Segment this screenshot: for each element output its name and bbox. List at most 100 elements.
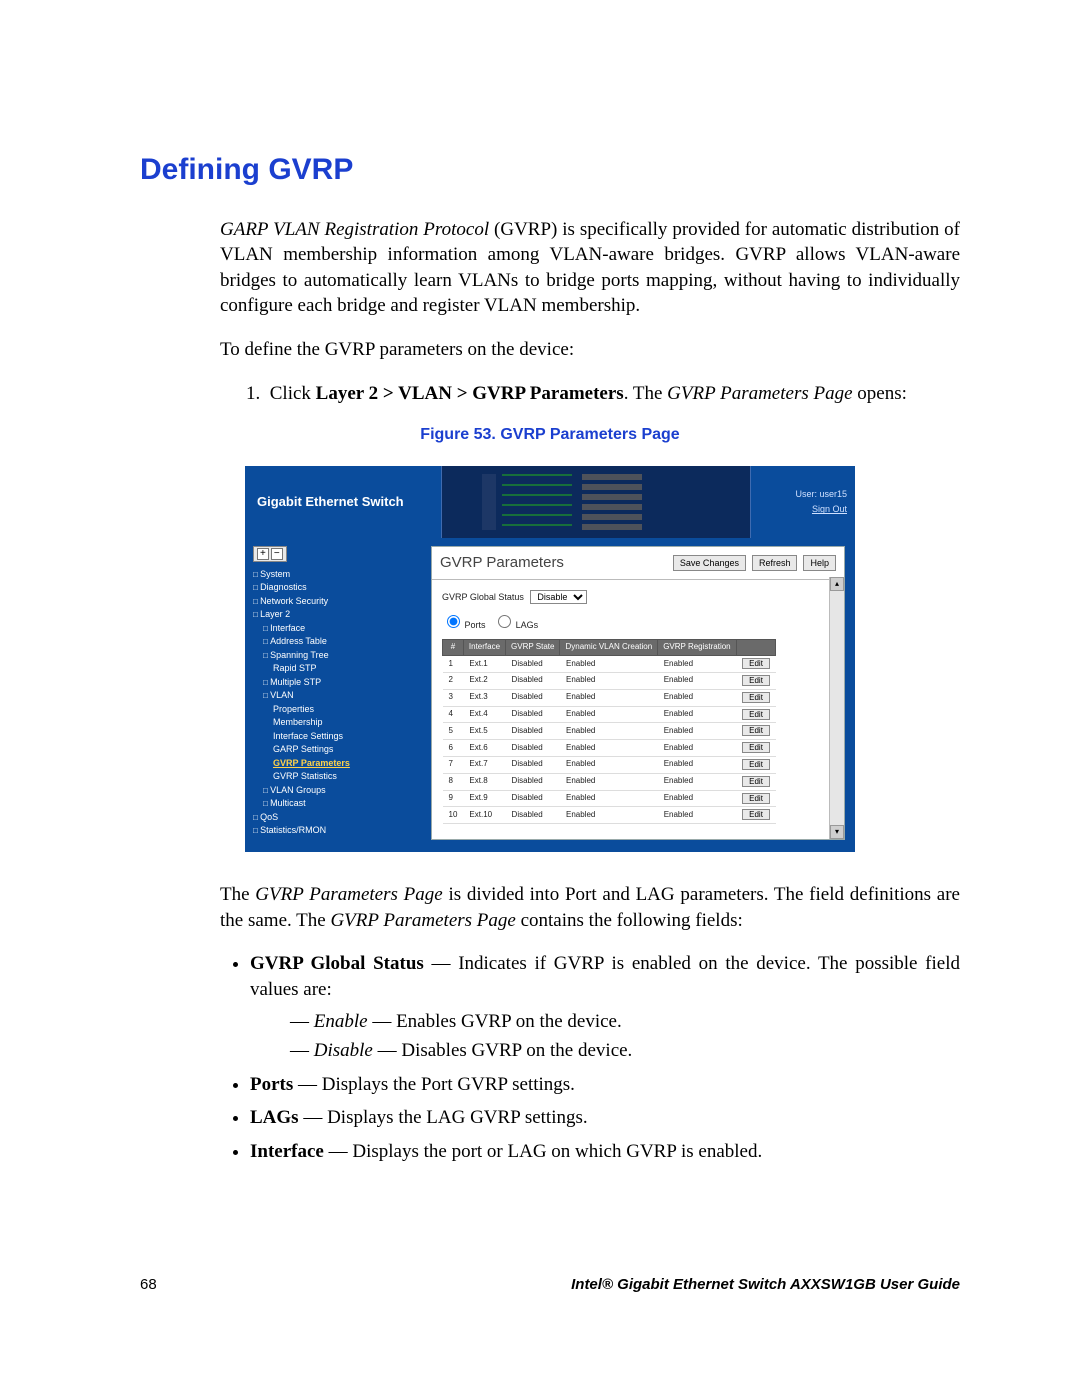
field-name: Ports bbox=[250, 1074, 293, 1095]
edit-button[interactable]: Edit bbox=[742, 809, 770, 820]
intro-paragraph: GARP VLAN Registration Protocol (GVRP) i… bbox=[220, 217, 960, 320]
col-gvrp-state: GVRP State bbox=[506, 640, 560, 656]
cell-reg: Enabled bbox=[658, 807, 736, 824]
cell-iface: Ext.10 bbox=[463, 807, 505, 824]
nav-item[interactable]: Multicast bbox=[263, 797, 425, 811]
nav-item[interactable]: Network Security bbox=[253, 595, 425, 609]
after-c: contains the following fields: bbox=[516, 910, 743, 931]
cell-dyn: Enabled bbox=[560, 807, 658, 824]
nav-item[interactable]: VLAN bbox=[263, 689, 425, 703]
nav-item[interactable]: GARP Settings bbox=[273, 743, 425, 757]
publication-title: Intel® Gigabit Ethernet Switch AXXSW1GB … bbox=[571, 1275, 960, 1295]
edit-button[interactable]: Edit bbox=[742, 742, 770, 753]
cell-state: Disabled bbox=[506, 807, 560, 824]
cell-iface: Ext.1 bbox=[463, 656, 505, 673]
cell-reg: Enabled bbox=[658, 740, 736, 757]
step-post: opens: bbox=[853, 383, 907, 404]
nav-item[interactable]: Diagnostics bbox=[253, 581, 425, 595]
nav-item[interactable]: GVRP Parameters bbox=[273, 757, 425, 771]
nav-item[interactable]: System bbox=[253, 568, 425, 582]
ports-radio[interactable] bbox=[447, 615, 460, 628]
edit-button[interactable]: Edit bbox=[742, 692, 770, 703]
table-row: 8Ext.8DisabledEnabledEnabledEdit bbox=[443, 773, 776, 790]
nav-item[interactable]: Rapid STP bbox=[273, 662, 425, 676]
cell-iface: Ext.5 bbox=[463, 723, 505, 740]
field-name: LAGs bbox=[250, 1107, 299, 1128]
edit-button[interactable]: Edit bbox=[742, 725, 770, 736]
scroll-up-icon[interactable]: ▴ bbox=[830, 577, 844, 591]
step-mid: . The bbox=[624, 383, 667, 404]
nav-item[interactable]: QoS bbox=[253, 811, 425, 825]
table-row: 7Ext.7DisabledEnabledEnabledEdit bbox=[443, 756, 776, 773]
nav-item[interactable]: Interface Settings bbox=[273, 730, 425, 744]
edit-button[interactable]: Edit bbox=[742, 658, 770, 669]
step-page-italic: GVRP Parameters Page bbox=[667, 383, 852, 404]
field-interface: Interface — Displays the port or LAG on … bbox=[250, 1139, 960, 1165]
cell-num: 4 bbox=[443, 706, 464, 723]
nav-item[interactable]: VLAN Groups bbox=[263, 784, 425, 798]
cell-state: Disabled bbox=[506, 656, 560, 673]
save-changes-button[interactable]: Save Changes bbox=[673, 555, 746, 572]
sign-out-link[interactable]: Sign Out bbox=[812, 503, 847, 515]
field-desc: — Displays the LAG GVRP settings. bbox=[299, 1107, 588, 1128]
nav-item[interactable]: Statistics/RMON bbox=[253, 824, 425, 838]
nav-expand-collapse[interactable]: +− bbox=[253, 546, 287, 562]
table-row: 4Ext.4DisabledEnabledEnabledEdit bbox=[443, 706, 776, 723]
field-definition-list: GVRP Global Status — Indicates if GVRP i… bbox=[250, 951, 960, 1164]
cell-reg: Enabled bbox=[658, 756, 736, 773]
field-desc: — Displays the port or LAG on which GVRP… bbox=[324, 1141, 762, 1162]
cell-num: 2 bbox=[443, 672, 464, 689]
nav-item[interactable]: Properties bbox=[273, 703, 425, 717]
global-status-row: GVRP Global Status Disable bbox=[442, 590, 834, 604]
edit-button[interactable]: Edit bbox=[742, 776, 770, 787]
edit-button[interactable]: Edit bbox=[742, 709, 770, 720]
nav-item[interactable]: Spanning Tree bbox=[263, 649, 425, 663]
cell-reg: Enabled bbox=[658, 656, 736, 673]
cell-dyn: Enabled bbox=[560, 656, 658, 673]
lags-radio[interactable] bbox=[498, 615, 511, 628]
cell-state: Disabled bbox=[506, 723, 560, 740]
edit-button[interactable]: Edit bbox=[742, 759, 770, 770]
nav-item[interactable]: Address Table bbox=[263, 635, 425, 649]
cell-iface: Ext.9 bbox=[463, 790, 505, 807]
cell-iface: Ext.2 bbox=[463, 672, 505, 689]
main-header: GVRP Parameters Save Changes Refresh Hel… bbox=[432, 547, 844, 580]
scroll-down-icon[interactable]: ▾ bbox=[830, 825, 844, 839]
global-status-select[interactable]: Disable bbox=[530, 590, 587, 604]
nav-item[interactable]: Multiple STP bbox=[263, 676, 425, 690]
nav-item[interactable]: GVRP Statistics bbox=[273, 770, 425, 784]
col-dynamic-vlan: Dynamic VLAN Creation bbox=[560, 640, 658, 656]
ports-radio-label: Ports bbox=[465, 620, 486, 630]
cell-iface: Ext.8 bbox=[463, 773, 505, 790]
cell-num: 5 bbox=[443, 723, 464, 740]
help-button[interactable]: Help bbox=[803, 555, 836, 572]
lags-radio-label: LAGs bbox=[516, 620, 539, 630]
table-row: 9Ext.9DisabledEnabledEnabledEdit bbox=[443, 790, 776, 807]
edit-button[interactable]: Edit bbox=[742, 675, 770, 686]
table-row: 3Ext.3DisabledEnabledEnabledEdit bbox=[443, 689, 776, 706]
main-content: GVRP Global Status Disable Ports LAGs bbox=[432, 580, 844, 836]
nav-item[interactable]: Membership bbox=[273, 716, 425, 730]
cell-num: 7 bbox=[443, 756, 464, 773]
user-panel: User: user15 Sign Out bbox=[751, 466, 855, 538]
col-interface: Interface bbox=[463, 640, 505, 656]
cell-dyn: Enabled bbox=[560, 706, 658, 723]
disable-desc: — Disables GVRP on the device. bbox=[373, 1040, 632, 1061]
edit-button[interactable]: Edit bbox=[742, 793, 770, 804]
port-lag-radio-row: Ports LAGs bbox=[442, 612, 834, 631]
section-heading: Defining GVRP bbox=[140, 150, 960, 191]
cell-num: 10 bbox=[443, 807, 464, 824]
table-row: 1Ext.1DisabledEnabledEnabledEdit bbox=[443, 656, 776, 673]
cell-num: 1 bbox=[443, 656, 464, 673]
scrollbar[interactable]: ▴ ▾ bbox=[829, 577, 844, 839]
cell-num: 8 bbox=[443, 773, 464, 790]
cell-num: 6 bbox=[443, 740, 464, 757]
nav-item[interactable]: Interface bbox=[263, 622, 425, 636]
nav-item[interactable]: Layer 2 bbox=[253, 608, 425, 622]
cell-dyn: Enabled bbox=[560, 740, 658, 757]
refresh-button[interactable]: Refresh bbox=[752, 555, 798, 572]
cell-state: Disabled bbox=[506, 672, 560, 689]
col-num: # bbox=[443, 640, 464, 656]
cell-iface: Ext.7 bbox=[463, 756, 505, 773]
cell-iface: Ext.6 bbox=[463, 740, 505, 757]
